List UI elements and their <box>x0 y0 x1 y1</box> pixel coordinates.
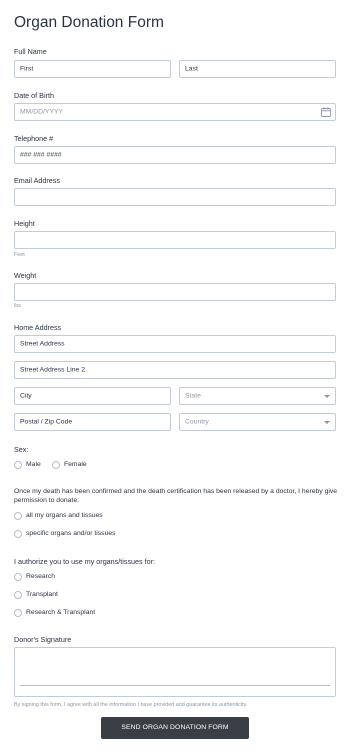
last-name-placeholder: Last <box>185 65 198 73</box>
postal-placeholder: Postal / Zip Code <box>20 418 73 426</box>
sex-radio-male[interactable] <box>14 461 22 469</box>
full-name-label: Full Name <box>14 47 47 56</box>
country-select[interactable]: Country <box>179 413 336 431</box>
state-placeholder: State <box>185 392 201 400</box>
telephone-input[interactable]: ### ### #### <box>14 146 336 164</box>
form-title: Organ Donation Form <box>14 14 164 31</box>
telephone-placeholder: ### ### #### <box>20 151 62 159</box>
chevron-down-icon <box>324 421 330 424</box>
submit-button[interactable]: SEND ORGAN DONATION FORM <box>101 717 249 739</box>
permission-radio-specific[interactable] <box>14 530 22 538</box>
permission-option-all[interactable]: all my organs and tissues <box>26 512 103 519</box>
address-label: Home Address <box>14 323 62 332</box>
city-placeholder: City <box>20 392 32 400</box>
weight-sublabel: lbs <box>14 303 21 309</box>
street2-placeholder: Street Address Line 2 <box>20 366 85 374</box>
calendar-icon[interactable] <box>321 107 331 117</box>
sex-label: Sex: <box>14 445 29 454</box>
authorize-option-both[interactable]: Research & Transplant <box>26 609 95 616</box>
country-placeholder: Country <box>185 418 209 426</box>
city-input[interactable]: City <box>14 387 171 405</box>
sex-option-female[interactable]: Female <box>64 461 87 468</box>
authorize-radio-transplant[interactable] <box>14 591 22 599</box>
sex-option-male[interactable]: Male <box>26 461 41 468</box>
dob-placeholder: MM/DD/YYYY <box>20 108 64 116</box>
weight-input[interactable] <box>14 283 336 301</box>
postal-input[interactable]: Postal / Zip Code <box>14 413 171 431</box>
permission-text: Once my death has been confirmed and the… <box>14 488 338 504</box>
authorize-label: I authorize you to use my organs/tissues… <box>14 557 156 566</box>
dob-label: Date of Birth <box>14 91 54 100</box>
signature-pad[interactable] <box>14 647 336 697</box>
street2-input[interactable]: Street Address Line 2 <box>14 361 336 379</box>
signature-disclaimer: By signing this form, I agree with all t… <box>14 702 248 708</box>
height-sublabel: Feet <box>14 252 25 258</box>
authorize-option-research[interactable]: Research <box>26 573 55 580</box>
dob-input[interactable]: MM/DD/YYYY <box>14 103 336 121</box>
permission-option-specific[interactable]: specific organs and/or tissues <box>26 530 116 537</box>
sex-radio-female[interactable] <box>52 461 60 469</box>
street-input[interactable]: Street Address <box>14 335 336 353</box>
chevron-down-icon <box>324 395 330 398</box>
height-input[interactable] <box>14 231 336 249</box>
height-label: Height <box>14 219 35 228</box>
authorize-radio-research[interactable] <box>14 573 22 581</box>
last-name-input[interactable]: Last <box>179 60 336 78</box>
authorize-option-transplant[interactable]: Transplant <box>26 591 58 598</box>
telephone-label: Telephone # <box>14 134 54 143</box>
email-input[interactable] <box>14 188 336 206</box>
state-select[interactable]: State <box>179 387 336 405</box>
authorize-radio-both[interactable] <box>14 609 22 617</box>
permission-radio-all[interactable] <box>14 512 22 520</box>
signature-label: Donor's Signature <box>14 635 72 644</box>
email-label: Email Address <box>14 176 60 185</box>
street-placeholder: Street Address <box>20 340 65 348</box>
signature-line <box>20 685 330 686</box>
weight-label: Weight <box>14 271 37 280</box>
first-name-placeholder: First <box>20 65 34 73</box>
first-name-input[interactable]: First <box>14 60 171 78</box>
